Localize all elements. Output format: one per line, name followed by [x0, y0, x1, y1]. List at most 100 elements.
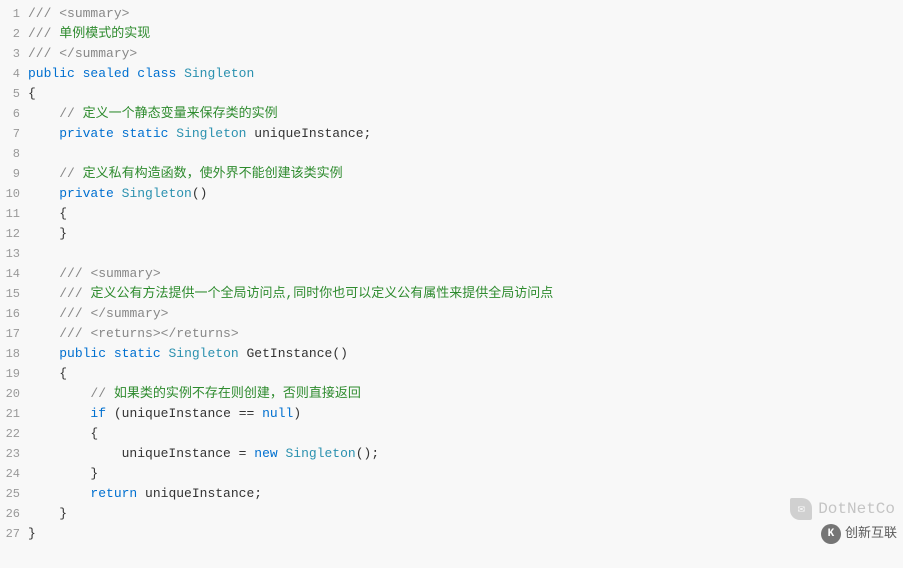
token-comment-tag: <returns></returns>	[90, 326, 238, 341]
line-number: 24	[4, 464, 28, 484]
token-paren: ()	[332, 346, 348, 361]
watermark-wechat-text: DotNetCo	[818, 499, 895, 519]
token-type: Singleton	[168, 346, 238, 361]
token-paren: ()	[356, 446, 372, 461]
line-number: 21	[4, 404, 28, 424]
token-plain	[28, 166, 59, 181]
token-plain: ;	[371, 446, 379, 461]
code-line: 16 /// </summary>	[4, 304, 899, 324]
token-comment-cn: 单例模式的实现	[59, 26, 150, 41]
code-line: 24 }	[4, 464, 899, 484]
token-plain	[114, 126, 122, 141]
wechat-icon: ✉	[790, 498, 812, 520]
token-keyword: if	[90, 406, 106, 421]
line-content: }	[28, 504, 899, 524]
line-content: /// 定义公有方法提供一个全局访问点,同时你也可以定义公有属性来提供全局访问点	[28, 284, 899, 304]
token-plain	[28, 366, 59, 381]
code-line: 4public sealed class Singleton	[4, 64, 899, 84]
token-paren: )	[293, 406, 301, 421]
token-comment-slash: ///	[59, 326, 90, 341]
line-number: 23	[4, 444, 28, 464]
token-comment-tag: <summary>	[59, 6, 129, 21]
token-plain	[28, 186, 59, 201]
line-number: 9	[4, 164, 28, 184]
code-line: 6 // 定义一个静态变量来保存类的实例	[4, 104, 899, 124]
line-number: 6	[4, 104, 28, 124]
line-number: 19	[4, 364, 28, 384]
token-comment-cn: 如果类的实例不存在则创建，否则直接返回	[114, 386, 361, 401]
code-line: 2/// 单例模式的实现	[4, 24, 899, 44]
token-keyword: static	[114, 346, 161, 361]
code-line: 23 uniqueInstance = new Singleton();	[4, 444, 899, 464]
line-number: 16	[4, 304, 28, 324]
token-comment-slash: ///	[59, 306, 90, 321]
line-content: public sealed class Singleton	[28, 64, 899, 84]
line-content: }	[28, 464, 899, 484]
token-plain	[28, 226, 59, 241]
brand-icon: K	[821, 524, 841, 544]
code-line: 17 /// <returns></returns>	[4, 324, 899, 344]
token-keyword: private	[59, 126, 114, 141]
token-plain: GetInstance	[239, 346, 333, 361]
watermark-brand-text: 创新互联	[845, 524, 897, 544]
code-line: 26 }	[4, 504, 899, 524]
token-keyword: private	[59, 186, 114, 201]
token-plain	[28, 486, 90, 501]
token-plain: uniqueInstance;	[246, 126, 371, 141]
token-op: ==	[239, 406, 255, 421]
line-content: {	[28, 84, 899, 104]
code-line: 10 private Singleton()	[4, 184, 899, 204]
line-number: 7	[4, 124, 28, 144]
line-number: 13	[4, 244, 28, 264]
code-line: 27}	[4, 524, 899, 544]
token-plain: uniqueInstance	[28, 446, 239, 461]
line-content: private static Singleton uniqueInstance;	[28, 124, 899, 144]
code-block: 1/// <summary>2/// 单例模式的实现3/// </summary…	[4, 4, 899, 544]
token-plain	[28, 346, 59, 361]
code-line: 21 if (uniqueInstance == null)	[4, 404, 899, 424]
token-type: Singleton	[184, 66, 254, 81]
token-comment-tag: </summary>	[90, 306, 168, 321]
code-line: 18 public static Singleton GetInstance()	[4, 344, 899, 364]
token-plain	[28, 466, 90, 481]
token-brace: {	[90, 426, 98, 441]
token-keyword: public	[59, 346, 106, 361]
line-number: 27	[4, 524, 28, 544]
token-comment-slash: ///	[28, 6, 59, 21]
line-content: {	[28, 424, 899, 444]
token-comment-tag: </summary>	[59, 46, 137, 61]
line-number: 2	[4, 24, 28, 44]
token-plain: uniqueInstance;	[137, 486, 262, 501]
line-content: {	[28, 364, 899, 384]
line-content: /// <summary>	[28, 4, 899, 24]
line-number: 22	[4, 424, 28, 444]
code-line: 8	[4, 144, 899, 164]
token-paren: (	[114, 406, 122, 421]
token-kw-return: return	[90, 486, 137, 501]
token-plain	[28, 406, 90, 421]
token-brace: {	[59, 206, 67, 221]
line-number: 10	[4, 184, 28, 204]
code-line: 19 {	[4, 364, 899, 384]
token-comment-slash: //	[59, 106, 82, 121]
line-number: 3	[4, 44, 28, 64]
code-line: 5{	[4, 84, 899, 104]
line-content: uniqueInstance = new Singleton();	[28, 444, 899, 464]
token-type: Singleton	[285, 446, 355, 461]
token-brace: }	[59, 226, 67, 241]
line-number: 25	[4, 484, 28, 504]
line-content: // 如果类的实例不存在则创建，否则直接返回	[28, 384, 899, 404]
token-plain	[28, 206, 59, 221]
line-content: /// 单例模式的实现	[28, 24, 899, 44]
token-brace: }	[90, 466, 98, 481]
token-plain	[114, 186, 122, 201]
line-content	[28, 244, 899, 264]
token-comment-slash: ///	[28, 26, 59, 41]
line-content: }	[28, 524, 899, 544]
line-content: public static Singleton GetInstance()	[28, 344, 899, 364]
line-content: if (uniqueInstance == null)	[28, 404, 899, 424]
token-comment-slash: ///	[59, 286, 90, 301]
token-plain: uniqueInstance	[122, 406, 239, 421]
token-plain	[75, 66, 83, 81]
token-plain	[28, 386, 90, 401]
